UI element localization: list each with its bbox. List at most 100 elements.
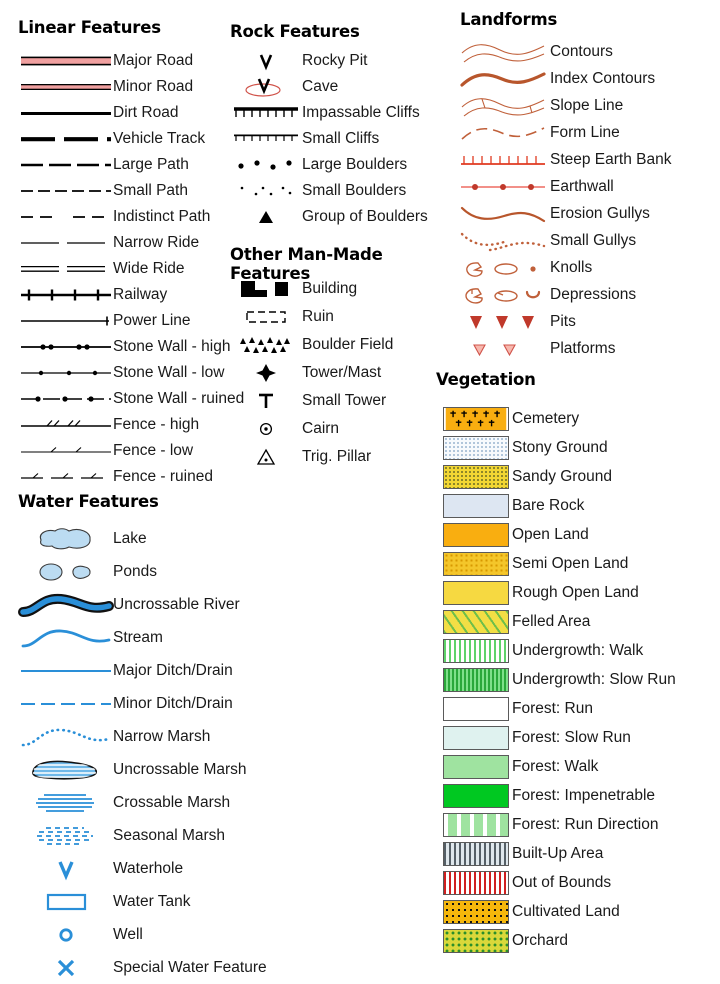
section-title-vegetation: Vegetation [436,370,536,389]
legend-row-index-contours: Index Contours [456,65,672,92]
legend-label: Stony Ground [512,438,608,456]
legend-row-forest-walk: Forest: Walk [440,752,676,781]
legend-row-well: Well [18,918,267,951]
legend-row-bare-rock: Bare Rock [440,491,676,520]
stone-wall-ruined-symbol [18,394,113,404]
legend-label: Well [113,925,143,943]
legend-row-indistinct-path: Indistinct Path [18,204,244,230]
legend-label: Small Path [113,182,188,199]
legend-label: Forest: Run [512,699,593,717]
legend-label: Narrow Ride [113,234,200,251]
contours-symbol [456,40,550,64]
legend-list-linear-features: Major Road Minor Road Dirt Road Vehicle … [18,48,244,490]
undergrowth-slow-run-swatch [440,667,512,692]
forest-slow-run-swatch [440,725,512,750]
power-line-symbol [18,315,113,327]
waterhole-symbol [18,858,113,880]
legend-label: Built-Up Area [512,844,604,862]
boulder-field-symbol [230,334,302,356]
legend-row-uncrossable-marsh: Uncrossable Marsh [18,753,267,786]
legend-row-sandy-ground: Sandy Ground [440,462,676,491]
legend-label: Impassable Cliffs [302,104,420,121]
legend-row-small-cliffs: Small Cliffs [230,126,428,152]
rocky-pit-symbol [230,52,302,71]
legend-row-forest-run-direction: Forest: Run Direction [440,810,676,839]
legend-label: Stone Wall - low [113,364,225,381]
legend-label: Bare Rock [512,496,585,514]
legend-list-other-man-made-features: Building Ruin Boulder Field Tower/Mast S… [230,275,393,471]
legend-label: Major Ditch/Drain [113,661,233,679]
uncrossable-river-symbol [17,592,114,618]
legend-label: Small Cliffs [302,130,380,147]
legend-label: Forest: Slow Run [512,728,631,746]
legend-list-vegetation: Cemetery Stony Ground Sandy Ground Bare … [440,404,676,955]
legend-label: Small Gullys [550,231,637,249]
legend-row-semi-open-land: Semi Open Land [440,549,676,578]
legend-row-crossable-marsh: Crossable Marsh [18,786,267,819]
legend-row-major-ditch: Major Ditch/Drain [18,654,267,687]
legend-row-group-of-boulders: Group of Boulders [230,204,428,230]
forest-impenetrable-swatch [440,783,512,808]
legend-label: Undergrowth: Walk [512,641,644,659]
legend-label: Power Line [113,312,191,329]
stony-ground-swatch [440,435,512,460]
section-title-water-features: Water Features [18,492,159,511]
legend-list-water-features: Lake Ponds Uncrossable River Stream Majo… [17,522,267,984]
legend-label: Forest: Walk [512,757,599,775]
legend-row-rocky-pit: Rocky Pit [230,48,428,74]
wide-ride-symbol [18,264,113,274]
legend-label: Forest: Run Direction [512,815,659,833]
legend-label: Knolls [550,258,593,276]
steep-earth-bank-symbol [456,153,550,167]
legend-label: Tower/Mast [302,364,382,381]
dirt-road-symbol [18,109,113,117]
legend-row-earthwall: Earthwall [456,173,672,200]
legend-row-orchard: Orchard [440,926,676,955]
platforms-symbol [456,339,550,359]
legend-row-undergrowth-walk: Undergrowth: Walk [440,636,676,665]
legend-label: Forest: Impenetrable [512,786,656,804]
small-tower-symbol [230,391,302,411]
legend-row-stony-ground: Stony Ground [440,433,676,462]
legend-label: Minor Road [113,78,194,95]
stream-symbol [18,625,113,651]
fence-ruined-symbol [18,471,113,483]
legend-row-lake: Lake [18,522,267,555]
legend-label: Dirt Road [113,104,179,121]
legend-row-trig-pillar: Trig. Pillar [230,443,393,471]
legend-row-wide-ride: Wide Ride [18,256,244,282]
legend-label: Index Contours [550,69,656,87]
legend-row-felled-area: Felled Area [440,607,676,636]
small-path-symbol [18,187,113,195]
indistinct-path-symbol [18,213,113,221]
legend-label: Large Boulders [302,156,408,173]
legend-label: Out of Bounds [512,873,612,891]
depressions-symbol [456,284,550,306]
narrow-ride-symbol [18,239,113,247]
legend-label: Building [302,280,358,297]
small-boulders-symbol [230,183,302,199]
sandy-ground-swatch [440,464,512,489]
legend-label: Fence - high [113,416,200,433]
legend-label: Contours [550,42,613,60]
legend-label: Uncrossable Marsh [113,760,247,778]
ponds-symbol [18,561,113,583]
legend-row-steep-earth-bank: Steep Earth Bank [456,146,672,173]
building-symbol [230,279,302,299]
small-cliffs-symbol [230,133,302,145]
lake-symbol [18,526,113,552]
legend-label: Small Boulders [302,182,407,199]
legend-label: Sandy Ground [512,467,612,485]
legend-label: Ruin [302,308,334,325]
legend-row-fence-high: Fence - high [18,412,244,438]
legend-label: Minor Ditch/Drain [113,694,233,712]
legend-label: Orchard [512,931,568,949]
open-land-swatch [440,522,512,547]
crossable-marsh-symbol [18,791,113,815]
legend-label: Pits [550,312,576,330]
legend-row-forest-run: Forest: Run [440,694,676,723]
legend-label: Stone Wall - high [113,338,231,355]
legend-row-stone-wall-low: Stone Wall - low [18,360,244,386]
legend-row-power-line: Power Line [18,308,244,334]
legend-row-impassable-cliffs: Impassable Cliffs [230,100,428,126]
